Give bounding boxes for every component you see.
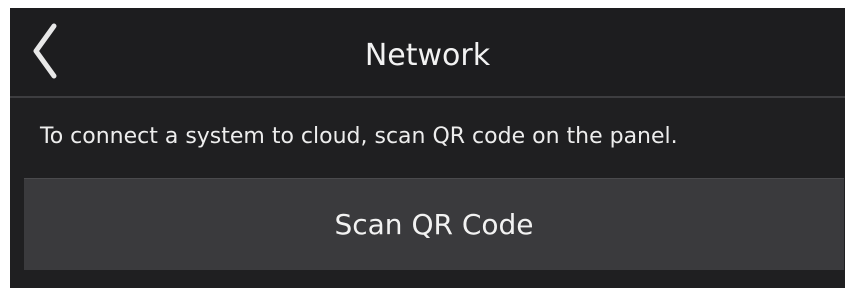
chevron-left-icon xyxy=(24,18,70,84)
header-bar: Network xyxy=(10,8,845,96)
instruction-text: To connect a system to cloud, scan QR co… xyxy=(40,124,678,149)
network-screen: Network To connect a system to cloud, sc… xyxy=(10,8,845,288)
scan-qr-code-button[interactable]: Scan QR Code xyxy=(24,178,844,270)
scan-qr-code-label: Scan QR Code xyxy=(334,208,534,241)
back-button[interactable] xyxy=(24,18,70,84)
header-divider xyxy=(10,96,845,98)
page-title: Network xyxy=(364,38,491,73)
